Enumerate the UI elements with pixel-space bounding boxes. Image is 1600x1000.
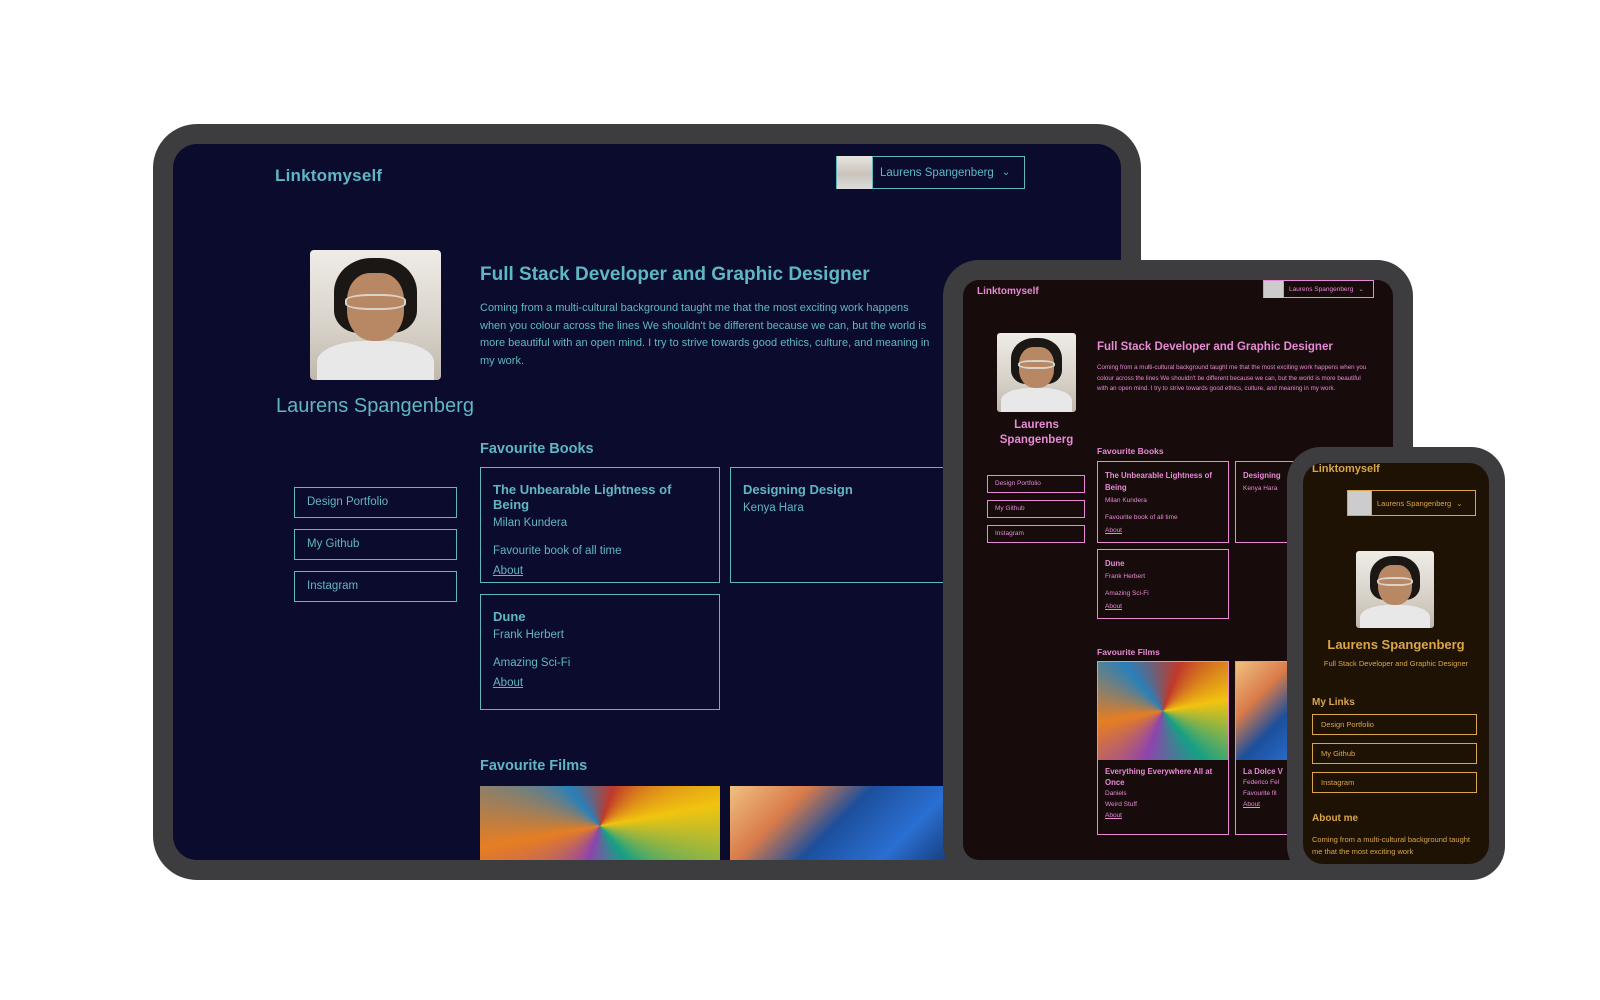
book-note: Amazing Sci-Fi <box>493 657 571 669</box>
book-card: Dune Frank Herbert Amazing Sci-Fi About <box>480 594 720 710</box>
about-link[interactable]: About <box>493 565 707 577</box>
link-design-portfolio[interactable]: Design Portfolio <box>1312 714 1477 735</box>
chevron-down-icon: ⌄ <box>1001 167 1011 178</box>
about-link[interactable]: About <box>1105 603 1221 610</box>
book-note: Amazing Sci-Fi <box>1105 590 1149 597</box>
logo[interactable]: Linktomyself <box>275 166 382 186</box>
profile-subtitle: Full Stack Developer and Graphic Designe… <box>1323 659 1469 668</box>
about-link[interactable]: About <box>1105 810 1221 821</box>
avatar <box>837 156 873 189</box>
about-link[interactable]: About <box>493 677 707 689</box>
logo[interactable]: Linktomyself <box>977 286 1039 297</box>
book-title: Dune <box>1105 559 1125 568</box>
book-note: Favourite book of all time <box>1105 514 1178 521</box>
book-card: The Unbearable Lightness of Being Milan … <box>480 467 720 583</box>
user-name: Laurens Spangenberg <box>1377 498 1452 508</box>
link-instagram[interactable]: Instagram <box>987 525 1085 543</box>
link-design-portfolio[interactable]: Design Portfolio <box>987 475 1085 493</box>
profile-photo <box>1356 551 1434 628</box>
film-poster-image[interactable] <box>480 786 720 860</box>
user-name: Laurens Spangenberg <box>880 166 994 179</box>
books-heading: Favourite Books <box>1097 446 1164 456</box>
book-author: Frank Herbert <box>493 629 564 641</box>
film-director: Daniels <box>1105 790 1127 797</box>
book-author: Milan Kundera <box>493 517 568 529</box>
page-title: Full Stack Developer and Graphic Designe… <box>480 264 870 285</box>
film-card: Everything Everywhere All at Once Daniel… <box>1097 661 1229 835</box>
link-my-github[interactable]: My Github <box>294 529 457 560</box>
profile-name: Laurens Spangenberg <box>1327 637 1465 652</box>
about-heading: About me <box>1312 813 1359 824</box>
link-instagram[interactable]: Instagram <box>294 571 457 602</box>
book-note: Favourite book of all time <box>493 545 622 557</box>
book-author: Milan Kundera <box>1105 497 1147 504</box>
link-design-portfolio[interactable]: Design Portfolio <box>294 487 457 518</box>
film-poster-image[interactable] <box>1098 662 1228 760</box>
user-menu-button[interactable]: Laurens Spangenberg ⌄ <box>836 156 1025 189</box>
book-author: Frank Herbert <box>1105 573 1146 580</box>
bio-text: Coming from a multi-cultural background … <box>1312 835 1470 856</box>
book-card: Designing Design Kenya Hara <box>730 467 970 583</box>
link-instagram[interactable]: Instagram <box>1312 772 1477 793</box>
profile-photo <box>310 250 441 380</box>
film-note: Weird Stuff <box>1105 801 1137 808</box>
chevron-down-icon: ⌄ <box>1358 286 1364 293</box>
books-heading: Favourite Books <box>480 441 594 457</box>
films-heading: Favourite Films <box>1097 647 1160 657</box>
bio-text: Coming from a multi-cultural background … <box>1097 364 1367 392</box>
user-name: Laurens Spangenberg <box>1289 285 1354 293</box>
bio-text: Coming from a multi-cultural background … <box>480 302 930 367</box>
logo[interactable]: Linktomyself <box>1312 463 1380 475</box>
book-title: Dune <box>493 609 526 624</box>
about-link[interactable]: About <box>1105 527 1221 534</box>
book-title: The Unbearable Lightness of Being <box>1105 471 1213 492</box>
phone-screen: Linktomyself Laurens Spangenberg ⌄ Laure… <box>1303 463 1489 864</box>
profile-photo <box>997 333 1076 412</box>
user-menu-button[interactable]: Laurens Spangenberg ⌄ <box>1347 490 1476 516</box>
book-card: The Unbearable Lightness of Being Milan … <box>1097 461 1229 543</box>
user-menu-button[interactable]: Laurens Spangenberg ⌄ <box>1263 280 1374 298</box>
avatar <box>1264 280 1284 298</box>
films-heading: Favourite Films <box>480 758 588 774</box>
link-my-github[interactable]: My Github <box>1312 743 1477 764</box>
book-author: Kenya Hara <box>743 502 804 514</box>
page-title: Full Stack Developer and Graphic Designe… <box>1097 341 1333 353</box>
profile-name: Laurens Spangenberg <box>276 395 474 417</box>
phone-device-frame: Linktomyself Laurens Spangenberg ⌄ Laure… <box>1287 447 1505 880</box>
chevron-down-icon: ⌄ <box>1456 498 1463 508</box>
film-title: Everything Everywhere All at Once <box>1105 767 1213 787</box>
book-title: Designing Design <box>743 482 853 497</box>
link-my-github[interactable]: My Github <box>987 500 1085 518</box>
avatar <box>1348 491 1372 515</box>
book-title: The Unbearable Lightness of Being <box>493 482 672 512</box>
profile-name: Laurens Spangenberg <box>999 419 1074 446</box>
film-poster-image[interactable] <box>730 786 970 860</box>
links-heading: My Links <box>1312 697 1355 708</box>
book-card: Dune Frank Herbert Amazing Sci-Fi About <box>1097 549 1229 619</box>
